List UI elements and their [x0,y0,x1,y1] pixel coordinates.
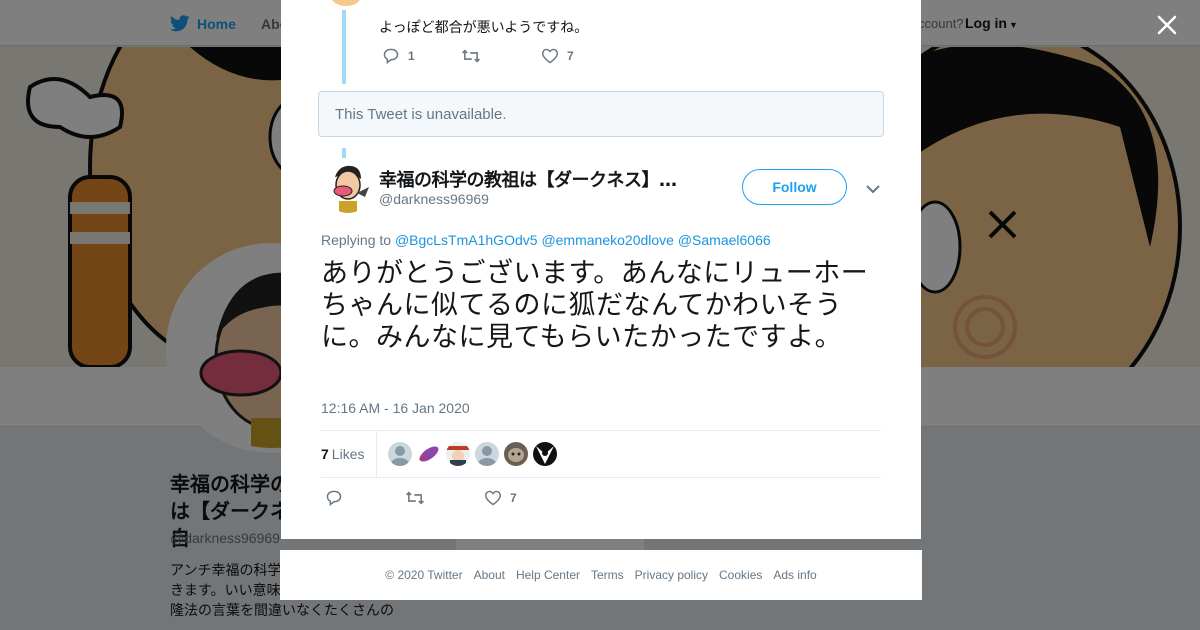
author-avatar[interactable] [325,163,371,213]
replying-to-mention[interactable]: @Samael6066 [678,232,771,248]
footer-link-about[interactable]: About [474,568,505,582]
like-count: 7 [567,49,574,63]
author-handle[interactable]: @darkness96969 [379,191,489,207]
footer-link-cookies[interactable]: Cookies [719,568,762,582]
replying-to-line: Replying to @BgcLsTmA1hGOdv5 @emmaneko20… [321,232,771,248]
liker-avatar[interactable] [388,442,412,466]
footer-link-help-center[interactable]: Help Center [516,568,580,582]
like-button[interactable]: 7 [484,490,517,506]
previous-tweet-avatar[interactable] [331,0,361,6]
chevron-down-icon[interactable] [865,182,881,194]
reply-count: 1 [408,49,415,63]
retweet-button[interactable] [405,490,484,506]
thread-connector-line [342,10,346,84]
likers-avatars [388,442,557,466]
heart-icon [484,490,502,506]
liker-avatar[interactable] [475,442,499,466]
close-icon[interactable] [1155,13,1179,37]
site-footer: © 2020 Twitter About Help Center Terms P… [280,550,922,600]
likes-count: 7 [321,446,329,462]
previous-tweet-text: よっぽど都合が悪いようですね。 [379,20,589,36]
tweet-text: ありがとうございます。あんなにリューホーちゃんに似てるのに狐だなんてかわいそうに… [321,258,869,353]
footer-link-privacy[interactable]: Privacy policy [635,568,708,582]
retweet-icon [405,491,425,505]
tweet-permalink-modal: よっぽど都合が悪いようですね。 1 7 This Tweet is unavai… [281,0,921,539]
previous-tweet-actions: 1 7 [382,48,574,64]
footer-link-terms[interactable]: Terms [591,568,624,582]
reply-button[interactable] [325,490,405,506]
replying-to-label: Replying to [321,232,392,248]
liker-avatar[interactable] [533,442,557,466]
like-button[interactable]: 7 [541,48,574,64]
thread-connector-line [342,148,346,158]
reply-button[interactable]: 1 [382,48,461,64]
tweet-actions: 7 [325,490,517,506]
reply-icon [383,48,399,64]
footer-link-ads-info[interactable]: Ads info [773,568,816,582]
author-name[interactable]: 幸福の科学の教祖は【ダークネス】… [379,166,689,192]
liker-avatar[interactable] [446,442,470,466]
tweet-unavailable-notice: This Tweet is unavailable. [318,91,884,137]
footer-copyright: © 2020 Twitter [385,568,463,582]
tweet-timestamp[interactable]: 12:16 AM - 16 Jan 2020 [321,400,470,416]
replying-to-mention[interactable]: @BgcLsTmA1hGOdv5 [395,232,538,248]
likes-label: Likes [331,446,365,462]
tweet-stats: 7 Likes [321,430,881,478]
follow-button[interactable]: Follow [742,169,847,205]
stats-divider [376,431,377,478]
reply-icon [326,490,342,506]
liker-avatar[interactable] [504,442,528,466]
heart-icon [541,48,559,64]
likes-stat[interactable]: 7 Likes [321,446,364,462]
like-count: 7 [510,491,517,505]
retweet-button[interactable] [461,48,541,64]
liker-avatar[interactable] [417,442,441,466]
replying-to-mention[interactable]: @emmaneko20dlove [541,232,674,248]
retweet-icon [461,49,481,63]
